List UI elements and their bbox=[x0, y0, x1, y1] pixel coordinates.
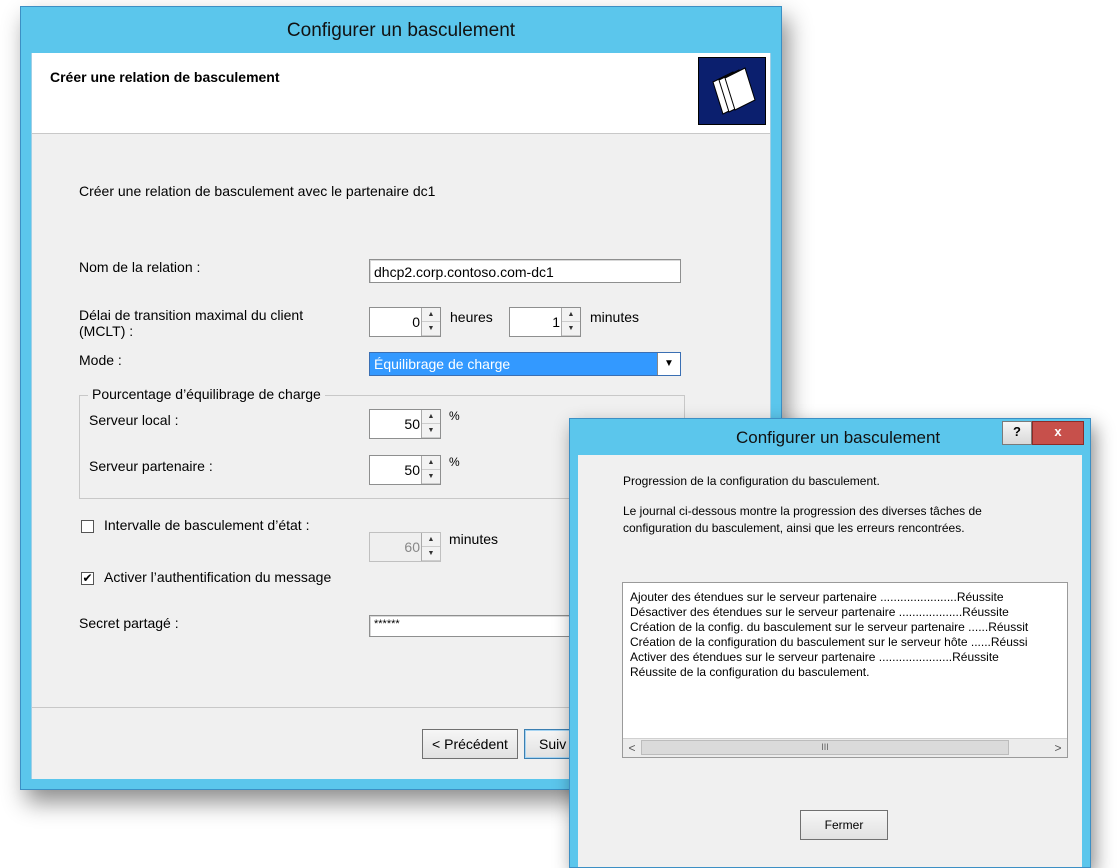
progress-heading: Progression de la configuration du bascu… bbox=[623, 474, 880, 488]
progress-description-line2: configuration du basculement, ainsi que … bbox=[623, 521, 965, 535]
relation-name-label: Nom de la relation : bbox=[79, 259, 201, 275]
mclt-minutes-arrows[interactable]: ▲ ▼ bbox=[561, 308, 580, 336]
window-border-left bbox=[21, 53, 31, 789]
log-line: Création de la configuration du basculem… bbox=[630, 635, 1028, 649]
page-title: Créer une relation de basculement bbox=[50, 69, 280, 85]
log-line: Désactiver des étendues sur le serveur p… bbox=[630, 605, 1009, 619]
progress-title: Configurer un basculement bbox=[736, 428, 941, 447]
partner-percent-sign: % bbox=[449, 455, 460, 469]
minutes-label: minutes bbox=[590, 309, 640, 325]
spin-down-icon: ▼ bbox=[422, 547, 440, 561]
log-line: Ajouter des étendues sur le serveur part… bbox=[630, 590, 1004, 604]
partner-server-label: Serveur partenaire : bbox=[89, 458, 213, 474]
progress-body: Progression de la configuration du bascu… bbox=[578, 455, 1082, 867]
scroll-right-icon[interactable]: > bbox=[1049, 739, 1067, 757]
local-server-label: Serveur local : bbox=[89, 412, 179, 428]
spin-down-icon[interactable]: ▼ bbox=[422, 322, 440, 336]
state-switch-value: 60 bbox=[404, 539, 420, 555]
spin-down-icon[interactable]: ▼ bbox=[422, 470, 440, 484]
spin-up-icon: ▲ bbox=[422, 533, 440, 547]
spin-up-icon[interactable]: ▲ bbox=[422, 308, 440, 322]
horizontal-scrollbar[interactable]: < III > bbox=[623, 738, 1067, 757]
mode-selected-value: Équilibrage de charge bbox=[374, 356, 511, 372]
dialog-border-right bbox=[1082, 455, 1090, 867]
close-button[interactable]: Fermer bbox=[800, 810, 888, 840]
folders-icon bbox=[698, 57, 766, 125]
load-balance-group-label: Pourcentage d’équilibrage de charge bbox=[88, 386, 325, 402]
partner-server-value: 50 bbox=[404, 462, 420, 478]
local-percent-sign: % bbox=[449, 409, 460, 423]
partner-server-arrows[interactable]: ▲ ▼ bbox=[421, 456, 440, 484]
progress-description-line1: Le journal ci-dessous montre la progress… bbox=[623, 504, 982, 518]
close-icon[interactable]: x bbox=[1032, 421, 1084, 445]
secret-label: Secret partagé : bbox=[79, 615, 179, 631]
back-button[interactable]: < Précédent bbox=[422, 729, 518, 759]
state-switch-spinner: 60 ▲ ▼ bbox=[369, 532, 441, 562]
partner-server-spinner[interactable]: 50 ▲ ▼ bbox=[369, 455, 441, 485]
mclt-hours-spinner[interactable]: 0 ▲ ▼ bbox=[369, 307, 441, 337]
checkmark-icon: ✔ bbox=[82, 571, 93, 585]
auth-checkbox[interactable]: ✔ bbox=[81, 572, 94, 585]
mclt-hours-value: 0 bbox=[412, 314, 420, 330]
progress-dialog: Configurer un basculement ? x Progressio… bbox=[569, 418, 1091, 868]
log-line: Création de la config. du basculement su… bbox=[630, 620, 1029, 634]
mode-select[interactable]: Équilibrage de charge ▼ bbox=[369, 352, 681, 376]
log-line: Réussite de la configuration du basculem… bbox=[630, 665, 870, 679]
auth-label: Activer l’authentification du message bbox=[104, 569, 332, 585]
wizard-titlebar[interactable]: Configurer un basculement bbox=[21, 7, 781, 53]
spin-up-icon[interactable]: ▲ bbox=[422, 410, 440, 424]
spin-up-icon[interactable]: ▲ bbox=[422, 456, 440, 470]
spin-up-icon[interactable]: ▲ bbox=[562, 308, 580, 322]
log-line: Activer des étendues sur le serveur part… bbox=[630, 650, 999, 664]
mclt-label-line1: Délai de transition maximal du client bbox=[79, 307, 304, 323]
hours-label: heures bbox=[450, 309, 493, 325]
help-button[interactable]: ? bbox=[1002, 421, 1032, 445]
scroll-left-icon[interactable]: < bbox=[623, 739, 641, 757]
wizard-header: Créer une relation de basculement bbox=[32, 53, 770, 134]
local-server-arrows[interactable]: ▲ ▼ bbox=[421, 410, 440, 438]
spin-down-icon[interactable]: ▼ bbox=[562, 322, 580, 336]
progress-description: Le journal ci-dessous montre la progress… bbox=[623, 503, 982, 537]
wizard-title: Configurer un basculement bbox=[286, 20, 516, 41]
mclt-minutes-spinner[interactable]: 1 ▲ ▼ bbox=[509, 307, 581, 337]
mclt-label: Délai de transition maximal du client (M… bbox=[79, 307, 303, 339]
dialog-border-left bbox=[570, 455, 578, 867]
log-listbox[interactable]: Ajouter des étendues sur le serveur part… bbox=[622, 582, 1068, 758]
scroll-thumb[interactable]: III bbox=[641, 740, 1009, 755]
state-switch-checkbox[interactable] bbox=[81, 520, 94, 533]
mclt-hours-arrows[interactable]: ▲ ▼ bbox=[421, 308, 440, 336]
mclt-minutes-value: 1 bbox=[552, 314, 560, 330]
relation-name-input[interactable]: dhcp2.corp.contoso.com-dc1 bbox=[369, 259, 681, 283]
progress-titlebar[interactable]: Configurer un basculement ? x bbox=[570, 419, 1090, 455]
chevron-down-icon[interactable]: ▼ bbox=[657, 353, 680, 375]
state-switch-unit: minutes bbox=[449, 531, 499, 547]
state-switch-arrows: ▲ ▼ bbox=[421, 533, 440, 561]
log-lines: Ajouter des étendues sur le serveur part… bbox=[630, 590, 1028, 680]
local-server-value: 50 bbox=[404, 416, 420, 432]
intro-text: Créer une relation de basculement avec l… bbox=[79, 183, 436, 199]
local-server-spinner[interactable]: 50 ▲ ▼ bbox=[369, 409, 441, 439]
mclt-label-line2: (MCLT) : bbox=[79, 323, 134, 339]
state-switch-label: Intervalle de basculement d’état : bbox=[104, 517, 310, 533]
mode-label: Mode : bbox=[79, 352, 122, 368]
spin-down-icon[interactable]: ▼ bbox=[422, 424, 440, 438]
